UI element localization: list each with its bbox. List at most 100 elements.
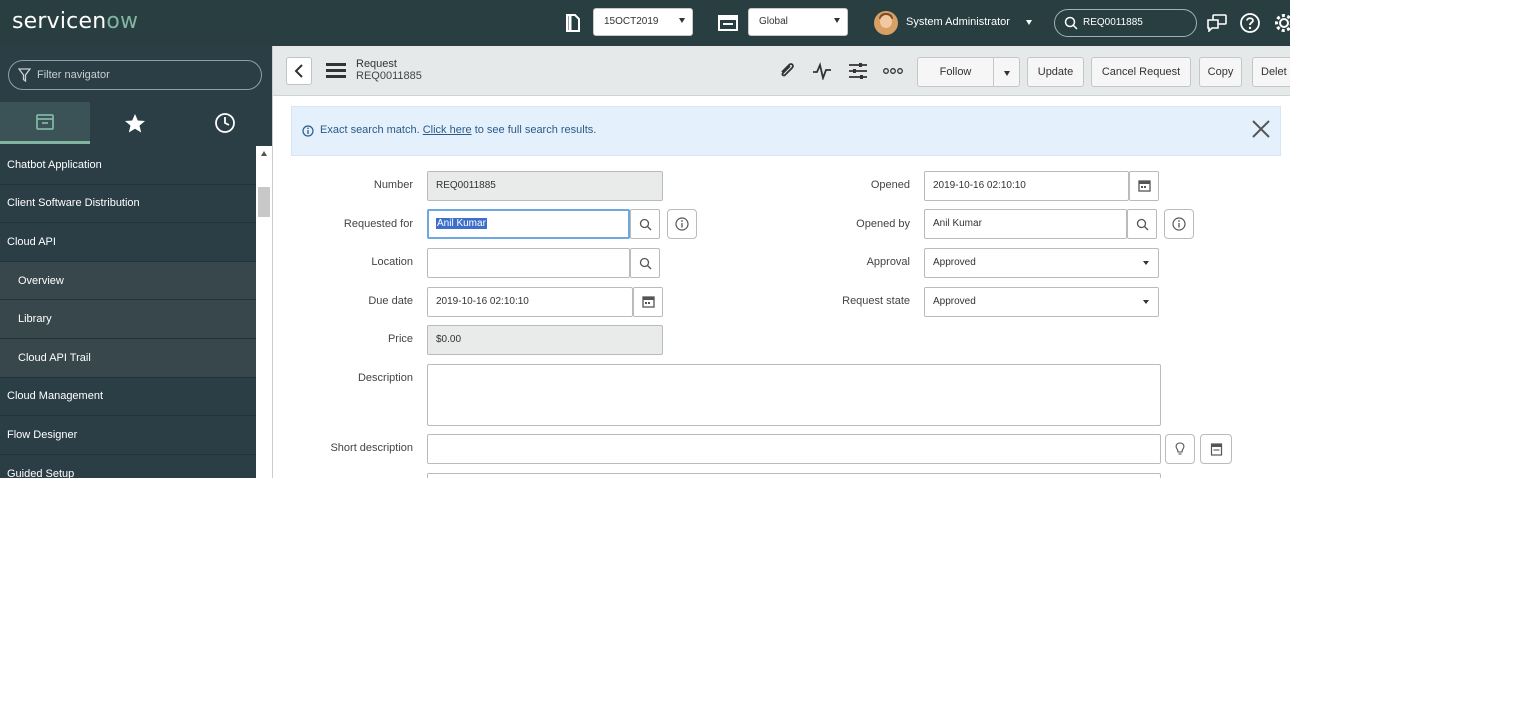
form-header: Request REQ0011885 Follow Update Cancel …	[273, 46, 1290, 96]
follow-button[interactable]: Follow	[917, 57, 994, 87]
opened-field[interactable]: 2019-10-16 02:10:10	[924, 171, 1129, 201]
nav-item-guided-setup[interactable]: Guided Setup	[0, 455, 256, 478]
approval-value: Approved	[933, 257, 976, 268]
price-label: Price	[387, 333, 413, 345]
app-window: servicenow 15OCT2019 Global System Admin…	[0, 0, 1290, 478]
scroll-up-arrow-icon[interactable]	[261, 151, 267, 156]
info-icon	[675, 217, 689, 231]
nav-item-cloud-api-trail[interactable]: Cloud API Trail	[0, 338, 256, 378]
connect-chat-icon[interactable]	[1205, 11, 1229, 35]
short-description-label: Short description	[330, 442, 413, 454]
tab-favorites[interactable]	[90, 102, 180, 144]
context-menu-icon[interactable]	[326, 63, 346, 79]
filter-navigator-input[interactable]: Filter navigator	[8, 60, 262, 90]
requested-for-field[interactable]: Anil Kumar	[427, 209, 630, 239]
info-message-text: Exact search match. Click here to see fu…	[320, 124, 596, 136]
top-banner: servicenow 15OCT2019 Global System Admin…	[0, 0, 1290, 46]
chevron-down-icon	[1143, 300, 1149, 304]
search-icon	[1136, 218, 1148, 230]
tab-history[interactable]	[180, 102, 270, 144]
calendar-icon	[641, 296, 655, 308]
form-title: Request REQ0011885	[356, 58, 422, 82]
copy-button[interactable]: Copy	[1199, 57, 1242, 87]
search-icon	[1064, 16, 1078, 30]
book-icon	[1210, 442, 1222, 456]
form-content: Request REQ0011885 Follow Update Cancel …	[272, 46, 1290, 478]
due-date-calendar-button[interactable]	[633, 287, 663, 317]
info-icon	[302, 125, 314, 137]
activity-stream-icon[interactable]	[811, 60, 833, 82]
update-set-select[interactable]: 15OCT2019	[593, 8, 693, 36]
update-set-icon[interactable]	[563, 11, 583, 35]
suggestion-button[interactable]	[1165, 434, 1195, 464]
personalize-form-icon[interactable]	[847, 60, 869, 82]
nav-item-label: Client Software Distribution	[7, 197, 140, 210]
application-navigator: Filter navigator Chatbot Application Cli…	[0, 46, 272, 478]
back-button[interactable]	[286, 57, 312, 85]
chevron-down-icon	[679, 18, 685, 23]
request-state-select[interactable]: Approved	[924, 287, 1159, 317]
opened-by-field[interactable]: Anil Kumar	[924, 209, 1127, 239]
info-message-suffix: to see full search results.	[474, 124, 597, 136]
gear-icon[interactable]	[1272, 11, 1290, 35]
opened-calendar-button[interactable]	[1129, 171, 1159, 201]
location-label: Location	[371, 256, 413, 268]
nav-item-library[interactable]: Library	[0, 300, 256, 339]
avatar[interactable]	[874, 11, 898, 35]
application-scope-icon[interactable]	[716, 12, 740, 34]
global-search-input[interactable]: REQ0011885	[1054, 9, 1197, 37]
nav-item-cloud-management[interactable]: Cloud Management	[0, 378, 256, 417]
opened-by-label: Opened by	[856, 218, 910, 230]
approval-label: Approval	[866, 256, 910, 268]
nav-item-label: Guided Setup	[7, 467, 75, 478]
price-field: $0.00	[427, 325, 663, 355]
nav-item-chatbot-application[interactable]: Chatbot Application	[0, 146, 256, 185]
scrollbar-thumb[interactable]	[258, 187, 270, 217]
description-textarea[interactable]	[427, 364, 1161, 426]
paperclip-icon[interactable]	[776, 60, 798, 82]
requested-for-value: Anil Kumar	[436, 218, 487, 229]
navigator-scrollbar[interactable]	[256, 146, 272, 478]
opened-label: Opened	[870, 179, 910, 191]
location-lookup-button[interactable]	[630, 248, 660, 278]
global-search-value: REQ0011885	[1083, 17, 1143, 28]
tab-all-applications[interactable]	[0, 102, 90, 144]
cancel-request-button[interactable]: Cancel Request	[1091, 57, 1191, 87]
short-description-field[interactable]	[427, 434, 1161, 464]
opened-by-lookup-button[interactable]	[1127, 209, 1157, 239]
nav-item-label: Library	[18, 313, 52, 326]
update-button[interactable]: Update	[1027, 57, 1084, 87]
calendar-icon	[1137, 180, 1151, 192]
nav-item-label: Cloud API Trail	[18, 351, 91, 364]
application-scope-value: Global	[759, 16, 788, 27]
location-field[interactable]	[427, 248, 630, 278]
lightbulb-icon	[1175, 442, 1185, 455]
next-field-partial[interactable]	[427, 473, 1161, 478]
application-scope-select[interactable]: Global	[748, 8, 848, 36]
star-icon	[125, 114, 145, 133]
full-search-results-link[interactable]: Click here	[423, 124, 472, 136]
nav-item-client-software-distribution[interactable]: Client Software Distribution	[0, 185, 256, 224]
servicenow-logo[interactable]: servicenow	[12, 9, 138, 34]
knowledge-search-button[interactable]	[1200, 434, 1232, 464]
chevron-down-icon[interactable]	[1026, 20, 1032, 25]
follow-dropdown-button[interactable]	[993, 57, 1020, 87]
help-icon[interactable]	[1238, 11, 1262, 35]
requested-for-lookup-button[interactable]	[630, 209, 660, 239]
nav-item-overview[interactable]: Overview	[0, 261, 256, 301]
navigator-menu-list: Chatbot Application Client Software Dist…	[0, 146, 256, 478]
info-icon	[1172, 217, 1186, 231]
more-options-icon[interactable]	[882, 60, 904, 82]
requested-for-preview-button[interactable]	[667, 209, 697, 239]
chevron-down-icon	[1143, 261, 1149, 265]
opened-by-preview-button[interactable]	[1164, 209, 1194, 239]
user-menu-name[interactable]: System Administrator	[906, 16, 1010, 28]
nav-item-flow-designer[interactable]: Flow Designer	[0, 416, 256, 455]
logo-text: servicen	[12, 9, 107, 34]
approval-select[interactable]: Approved	[924, 248, 1159, 278]
nav-item-cloud-api[interactable]: Cloud API	[0, 223, 256, 262]
due-date-field[interactable]: 2019-10-16 02:10:10	[427, 287, 633, 317]
close-icon[interactable]	[1250, 118, 1272, 140]
filter-icon	[18, 68, 31, 82]
delete-button[interactable]: Delet	[1252, 57, 1290, 87]
